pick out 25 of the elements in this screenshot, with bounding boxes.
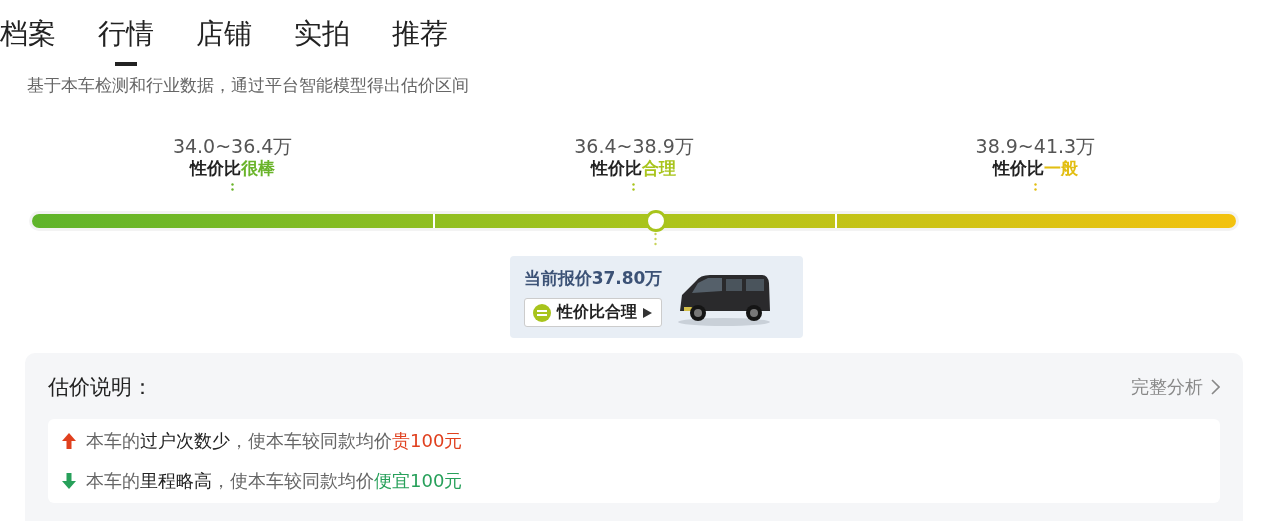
current-price: 当前报价37.80万: [523, 267, 663, 290]
rating-label: 性价比合理: [591, 157, 677, 179]
dotted-marker-icon: [231, 183, 235, 191]
price-range: 36.4~38.9万: [574, 135, 694, 157]
dotted-marker-icon: [632, 183, 636, 191]
tab[interactable]: 推荐: [392, 16, 448, 66]
dotted-marker-icon: [1033, 183, 1037, 191]
equal-icon: [532, 303, 551, 322]
tab[interactable]: 实拍: [294, 16, 350, 66]
rating-label: 性价比一般: [992, 157, 1078, 179]
price-range: 38.9~41.3万: [975, 135, 1096, 157]
tab[interactable]: 档案: [0, 16, 56, 66]
verdict-button[interactable]: 性价比合理: [523, 298, 663, 327]
price-range: 34.0~36.4万: [172, 135, 293, 157]
play-icon: [642, 307, 652, 318]
arrow-up-icon: [62, 433, 76, 449]
section-title: 估价说明：: [48, 374, 153, 401]
chevron-right-icon: [1211, 379, 1220, 395]
dotted-marker-icon: [654, 232, 658, 246]
explanation-text: 本车的过户次数少，使本车较同款均价贵100元: [86, 429, 463, 453]
explanation-text: 本车的里程略高，使本车较同款均价便宜100元: [86, 469, 463, 493]
subtitle: 基于本车检测和行业数据，通过平台智能模型得出估价区间: [27, 74, 470, 97]
arrow-down-icon: [62, 473, 76, 489]
tab[interactable]: 店铺: [196, 16, 252, 66]
rating-label: 性价比很棒: [190, 157, 276, 179]
